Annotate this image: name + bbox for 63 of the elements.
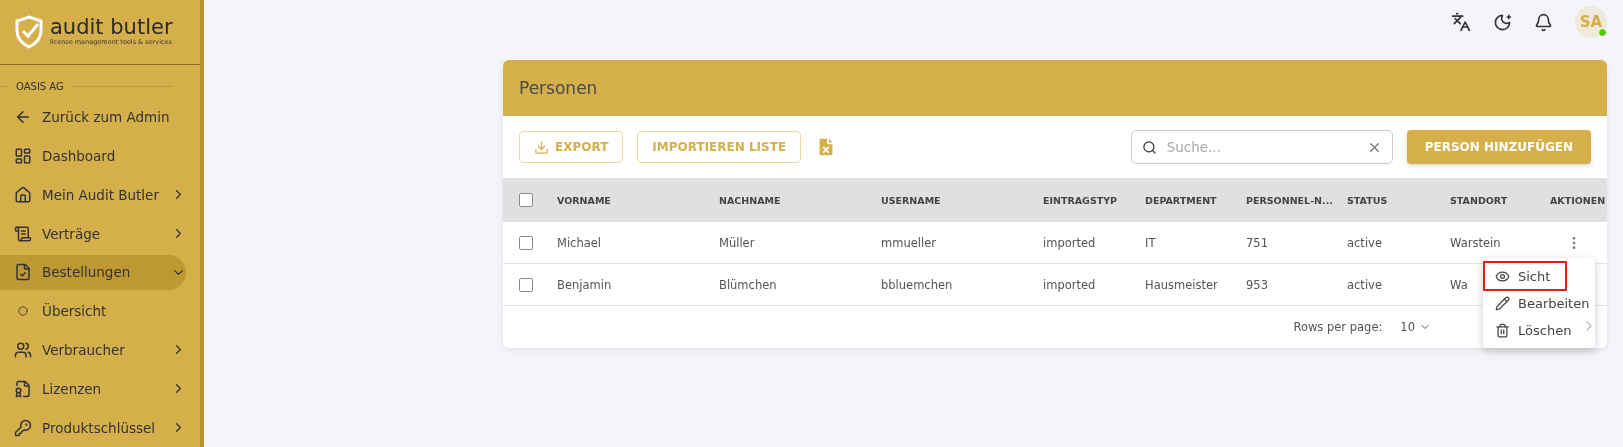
card-title: Personen	[519, 78, 598, 98]
sidebar-item[interactable]: Verbraucher	[0, 332, 186, 368]
sidebar-icon	[14, 263, 32, 282]
table-cell-text: Müller	[719, 235, 756, 250]
table-cell-text: active	[1347, 277, 1383, 292]
download-icon	[534, 139, 549, 155]
sidebar-item[interactable]: Verträge	[0, 216, 186, 251]
column-header: VORNAME	[557, 194, 612, 206]
table-cell-text: IT	[1145, 235, 1157, 250]
column-header: EINTRAGSTYP	[1043, 194, 1119, 206]
eye-icon	[1495, 268, 1510, 284]
column-header: STATUS	[1347, 194, 1389, 206]
sidebar-icon	[14, 340, 32, 359]
column-header: DEPARTMENT	[1145, 194, 1218, 206]
table-cell-text: Wa	[1450, 277, 1469, 292]
section-label: OASIS AG	[16, 80, 64, 92]
bell-icon[interactable]	[1534, 12, 1553, 32]
sidebar-icon	[14, 146, 32, 165]
sidebar-item[interactable]: Dashboard	[0, 138, 186, 174]
logo-shield-icon	[14, 14, 44, 49]
column-header: USERNAME	[881, 194, 942, 206]
table-cell-text: Hausmeister	[1145, 277, 1219, 292]
table-cell-text: Benjamin	[557, 277, 613, 292]
search-field[interactable]: Suche...	[1130, 130, 1393, 164]
sidebar-icon	[14, 224, 32, 243]
sidebar-icon	[14, 418, 32, 437]
moon-icon[interactable]	[1493, 12, 1512, 32]
table-cell-text: imported	[1043, 235, 1097, 250]
column-header: NACHNAME	[719, 194, 782, 206]
translate-icon[interactable]	[1451, 12, 1471, 32]
table-cell-text: 953	[1246, 277, 1269, 292]
table-cell-text: imported	[1043, 277, 1097, 292]
rows-per-page-select[interactable]: 10	[1400, 320, 1431, 334]
sidebar-item[interactable]: Lizenzen	[0, 371, 186, 407]
sidebar-icon	[14, 379, 32, 398]
pencil-icon	[1495, 295, 1510, 311]
column-header: PERSONNEL-N...	[1246, 194, 1334, 206]
table-cell-text: Warstein	[1450, 235, 1502, 250]
sidebar-item[interactable]: Produktschlüssel	[0, 410, 186, 445]
table-cell-text: mmueller	[881, 235, 937, 250]
menu-item[interactable]: Sicht	[1485, 263, 1565, 289]
sidebar-item[interactable]: Bestellungen	[0, 254, 186, 290]
table-cell-text: bbluemchen	[881, 277, 954, 292]
checkbox[interactable]	[519, 235, 533, 250]
circle-icon	[18, 306, 28, 317]
checkbox[interactable]	[519, 193, 533, 207]
sidebar-icon	[14, 185, 32, 204]
menu-item[interactable]: Bearbeiten	[1485, 290, 1593, 316]
sidebar-item[interactable]: Zurück zum Admin	[0, 99, 186, 135]
table-cell-text: Blümchen	[719, 277, 778, 292]
sidebar-item[interactable]: Mein Audit Butler	[0, 177, 186, 213]
column-header: STANDORT	[1450, 194, 1509, 206]
checkbox[interactable]	[519, 277, 533, 292]
column-header: AKTIONEN	[1550, 194, 1607, 206]
trash-icon	[1495, 322, 1510, 338]
table-cell-text: 751	[1246, 235, 1269, 250]
table-cell-text: Michael	[557, 235, 603, 250]
table-cell-text: active	[1347, 235, 1383, 250]
sidebar-item[interactable]: Übersicht	[0, 293, 186, 329]
menu-item[interactable]: Löschen	[1485, 317, 1593, 343]
logo-name: audit butler	[50, 17, 173, 39]
search-icon	[1141, 139, 1157, 155]
rows-per-page-label: Rows per page:	[1293, 320, 1383, 334]
